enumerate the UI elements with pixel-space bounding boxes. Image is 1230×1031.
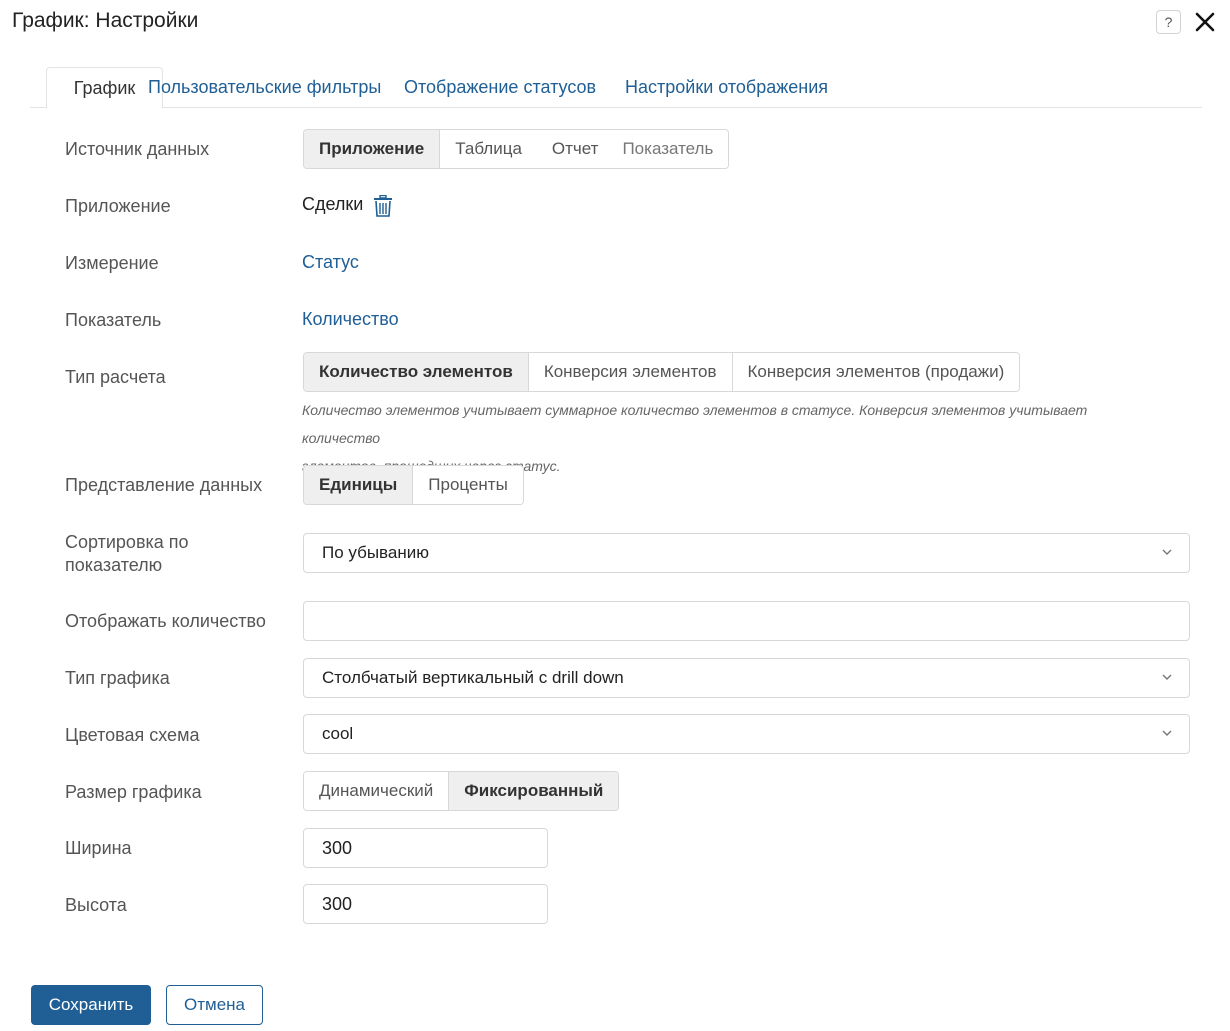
calc-type-option-conversion-sales[interactable]: Конверсия элементов (продажи) bbox=[732, 353, 1020, 391]
sort-select[interactable]: По убыванию bbox=[303, 533, 1190, 573]
width-label: Ширина bbox=[65, 838, 132, 858]
width-input[interactable]: 300 bbox=[303, 828, 548, 868]
application-label: Приложение bbox=[65, 196, 171, 216]
calc-type-segmented: Количество элементов Конверсия элементов… bbox=[303, 352, 1021, 392]
close-icon bbox=[1195, 12, 1215, 32]
dimension-label: Измерение bbox=[65, 253, 159, 273]
close-button[interactable] bbox=[1192, 9, 1218, 35]
chevron-down-icon bbox=[1162, 674, 1172, 680]
help-button[interactable]: ? bbox=[1156, 10, 1181, 34]
indicator-label: Показатель bbox=[65, 310, 162, 330]
width-input-value: 300 bbox=[322, 838, 353, 858]
color-scheme-label: Цветовая схема bbox=[65, 725, 200, 745]
save-button[interactable]: Сохранить bbox=[31, 985, 151, 1025]
chart-size-segmented: Динамический Фиксированный bbox=[303, 771, 620, 811]
dialog-title: График: Настройки bbox=[12, 9, 199, 32]
data-source-option-indicator[interactable]: Показатель bbox=[610, 130, 729, 168]
show-count-input[interactable] bbox=[303, 601, 1190, 641]
chart-type-select-value: Столбчатый вертикальный с drill down bbox=[322, 668, 624, 687]
dimension-link[interactable]: Статус bbox=[302, 252, 359, 273]
data-view-option-percent[interactable]: Проценты bbox=[413, 466, 523, 504]
height-input-value: 300 bbox=[322, 894, 353, 914]
chart-size-option-dynamic[interactable]: Динамический bbox=[304, 772, 450, 810]
data-source-label: Источник данных bbox=[65, 139, 210, 159]
chevron-down-icon bbox=[1162, 730, 1172, 736]
color-scheme-select-value: cool bbox=[322, 724, 354, 743]
indicator-link[interactable]: Количество bbox=[302, 309, 399, 330]
tab-display-settings[interactable]: Настройки отображения bbox=[625, 67, 828, 108]
cancel-button[interactable]: Отмена bbox=[166, 985, 263, 1025]
calc-type-option-conversion[interactable]: Конверсия элементов bbox=[528, 353, 733, 391]
data-view-segmented: Единицы Проценты bbox=[303, 465, 524, 505]
data-view-label: Представление данных bbox=[65, 475, 263, 495]
chart-size-option-fixed[interactable]: Фиксированный bbox=[449, 772, 619, 810]
data-view-option-units[interactable]: Единицы bbox=[304, 466, 414, 504]
chart-type-label: Тип графика bbox=[65, 668, 170, 688]
tab-status-display[interactable]: Отображение статусов bbox=[404, 67, 596, 108]
data-source-option-table[interactable]: Таблица bbox=[440, 130, 537, 168]
tab-chart[interactable]: График bbox=[46, 67, 163, 109]
chevron-down-icon bbox=[1162, 549, 1172, 555]
chart-size-label: Размер графика bbox=[65, 782, 202, 802]
trash-icon[interactable] bbox=[373, 195, 393, 217]
color-scheme-select[interactable]: cool bbox=[303, 714, 1190, 754]
question-icon: ? bbox=[1164, 14, 1173, 30]
calc-type-label: Тип расчета bbox=[65, 367, 166, 387]
show-count-label: Отображать количество bbox=[65, 611, 266, 631]
height-input[interactable]: 300 bbox=[303, 884, 548, 924]
application-value: Сделки bbox=[302, 194, 364, 214]
sort-select-value: По убыванию bbox=[322, 543, 429, 562]
tab-user-filters[interactable]: Пользовательские фильтры bbox=[148, 67, 381, 108]
sort-label: Сортировка по показателю bbox=[65, 532, 189, 575]
calc-type-option-count[interactable]: Количество элементов bbox=[304, 353, 529, 391]
chart-type-select[interactable]: Столбчатый вертикальный с drill down bbox=[303, 658, 1190, 698]
data-source-segmented: Приложение Таблица Отчет Показатель bbox=[303, 129, 730, 169]
data-source-option-app[interactable]: Приложение bbox=[304, 130, 441, 168]
data-source-option-report[interactable]: Отчет bbox=[536, 130, 611, 168]
tab-bar: График Пользовательские фильтры Отображе… bbox=[30, 67, 1202, 109]
height-label: Высота bbox=[65, 895, 127, 915]
